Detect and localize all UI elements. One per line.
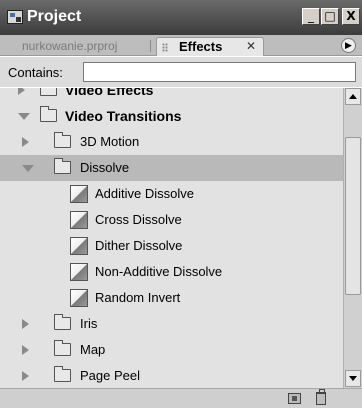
transition-effect-icon [70,263,88,281]
contains-label: Contains: [8,65,63,80]
project-app-icon [7,10,23,24]
scrollbar-thumb[interactable] [345,137,361,295]
scrollbar-track[interactable] [344,106,362,369]
expand-triangle-icon[interactable] [22,345,29,355]
panel-menu-button[interactable]: ▶ [341,38,356,53]
tree-item-label: Dissolve [80,160,130,175]
effect-item-additive-dissolve[interactable]: Additive Dissolve [0,181,343,207]
search-input[interactable] [83,62,356,82]
folder-item-map[interactable]: Map [0,337,343,363]
search-row: Contains: [0,57,362,87]
tree-item-label: Cross Dissolve [95,212,182,227]
folder-icon [40,106,57,122]
folder-icon [40,88,57,96]
tab-effects[interactable]: Effects ✕ [156,37,264,56]
folder-item-3d-motion[interactable]: 3D Motion [0,129,343,155]
drag-grip-icon[interactable] [162,43,168,52]
title-bar: Project _ □ X [0,0,362,35]
effect-item-cross-dissolve[interactable]: Cross Dissolve [0,207,343,233]
folder-item-page-peel[interactable]: Page Peel [0,363,343,388]
effect-item-random-invert[interactable]: Random Invert [0,285,343,311]
scroll-down-button[interactable] [345,370,361,387]
folder-item-iris[interactable]: Iris [0,311,343,337]
tree-item-label: Non-Additive Dissolve [95,264,223,279]
transition-effect-icon [70,289,88,307]
transition-effect-icon [70,185,88,203]
tree-item-label: Page Peel [80,368,140,383]
transition-effect-icon [70,237,88,255]
maximize-button[interactable]: □ [321,8,339,25]
folder-icon [54,132,71,148]
tree-item-label: Video Effects [65,88,154,98]
folder-icon [54,314,71,330]
tree-item-label: Dither Dissolve [95,238,183,253]
folder-icon [54,366,71,382]
collapse-triangle-icon[interactable] [22,165,34,172]
panel-footer [0,388,362,408]
tab-divider [150,40,151,52]
new-custom-bin-icon[interactable] [288,393,301,404]
tab-close-icon[interactable]: ✕ [246,39,256,53]
tree-item-label: 3D Motion [80,134,140,149]
tab-project[interactable]: nurkowanie.prproj [16,38,123,54]
folder-item-video-effects[interactable]: Video Effects [0,88,343,103]
folder-icon [54,158,71,174]
expand-triangle-icon[interactable] [18,88,25,95]
tree-item-label: Additive Dissolve [95,186,194,201]
effect-item-dither-dissolve[interactable]: Dither Dissolve [0,233,343,259]
window-title: Project [27,8,82,25]
scroll-up-button[interactable] [345,88,361,105]
tree-item-label: Iris [80,316,98,331]
panel-tab-strip: nurkowanie.prproj Effects ✕ ▶ [0,35,362,56]
minimize-button[interactable]: _ [302,8,320,25]
folder-item-dissolve[interactable]: Dissolve [0,155,343,181]
tree-item-label: Map [80,342,106,357]
folder-item-video-transitions[interactable]: Video Transitions [0,103,343,129]
effects-tree: Video Effects Video Transitions 3D Motion D… [0,88,343,388]
effect-item-non-additive-dissolve[interactable]: Non-Additive Dissolve [0,259,343,285]
tree-item-label: Video Transitions [65,108,182,124]
expand-triangle-icon[interactable] [22,319,29,329]
expand-triangle-icon[interactable] [22,137,29,147]
tab-effects-label: Effects [179,39,223,54]
delete-icon[interactable] [316,389,326,405]
vertical-scrollbar[interactable] [343,88,362,388]
tree-item-label: Random Invert [95,290,181,305]
collapse-triangle-icon[interactable] [18,113,30,120]
folder-icon [54,340,71,356]
close-button[interactable]: X [342,8,360,25]
transition-effect-icon [70,211,88,229]
expand-triangle-icon[interactable] [22,371,29,381]
